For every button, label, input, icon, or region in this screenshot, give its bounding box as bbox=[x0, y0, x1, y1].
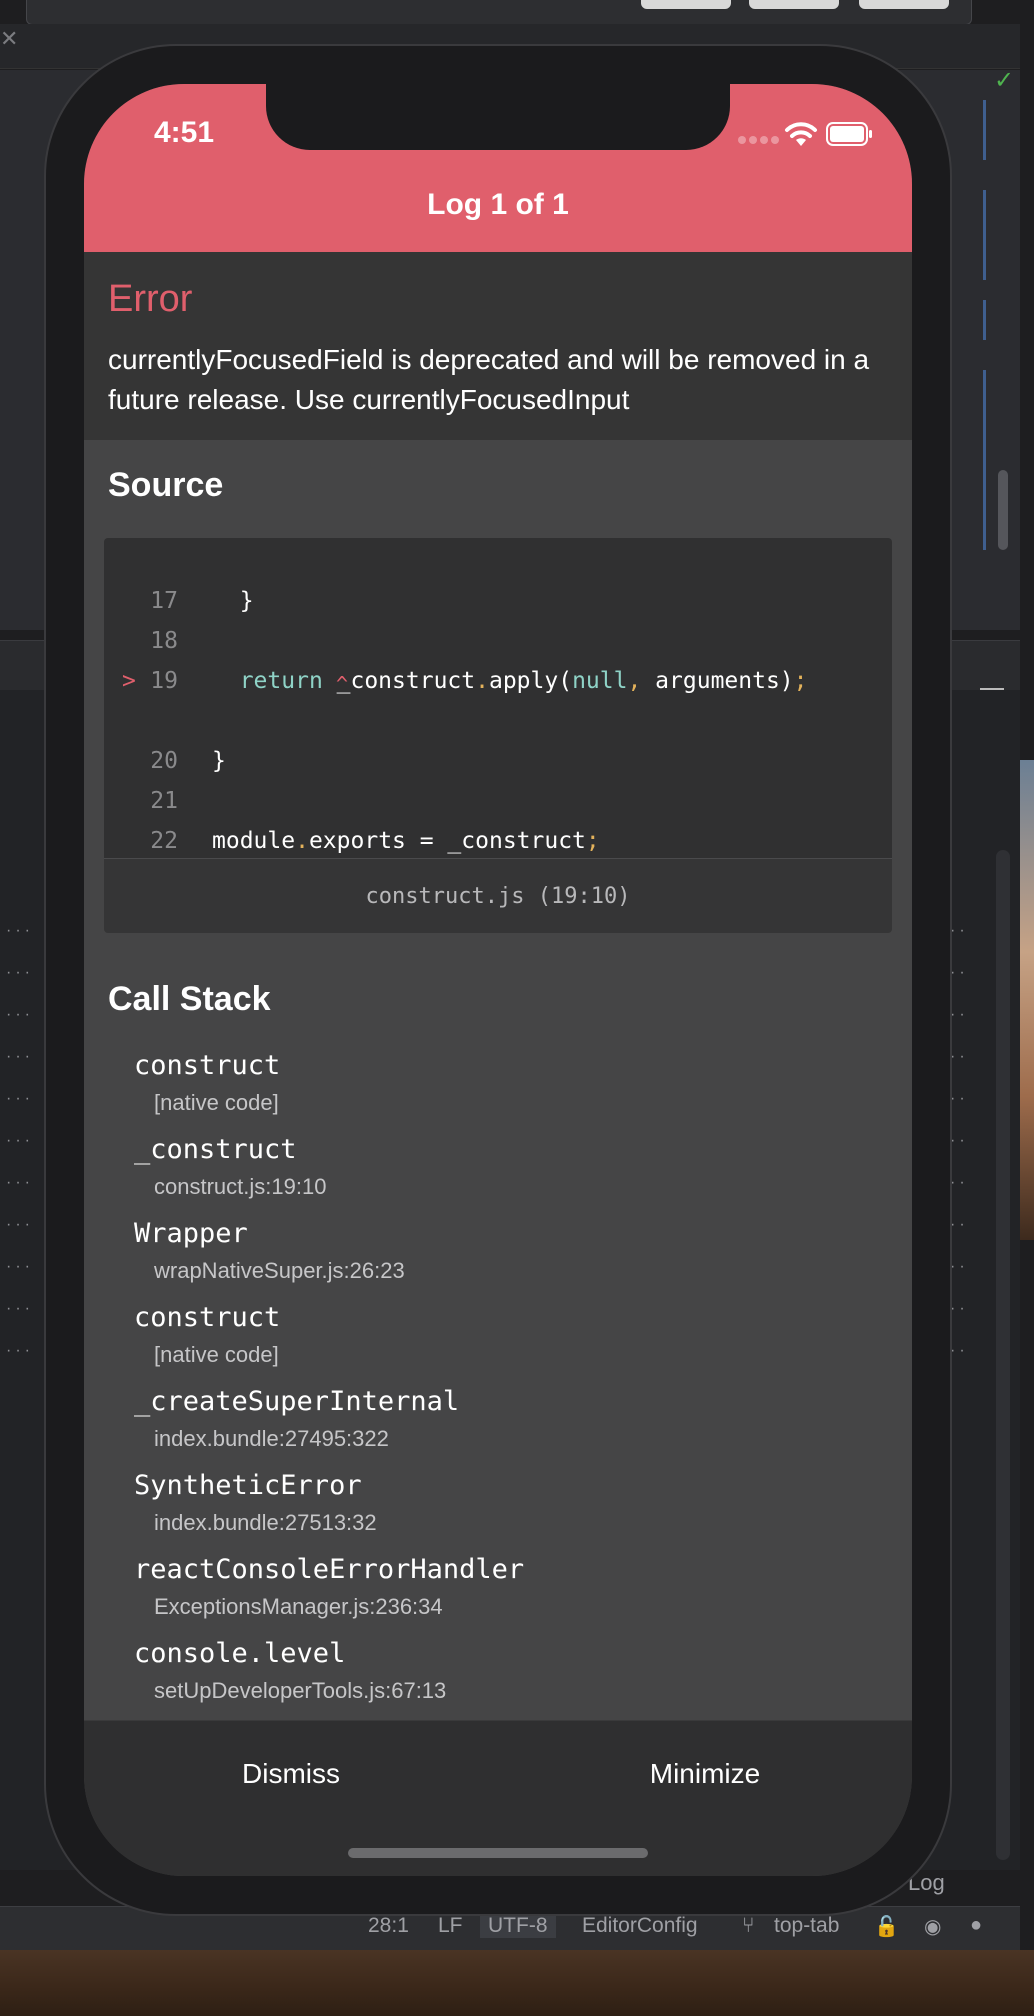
desktop-wallpaper bbox=[1020, 760, 1034, 1240]
stack-frame-location: [native code] bbox=[154, 1090, 279, 1115]
git-branch-icon: ⑂ bbox=[742, 1914, 755, 1937]
error-message: currentlyFocusedField is deprecated and … bbox=[108, 344, 870, 415]
code-line: 17 } bbox=[150, 588, 254, 614]
check-icon: ✓ bbox=[994, 67, 1015, 94]
log-counter-title: Log 1 of 1 bbox=[427, 188, 569, 221]
stack-frame-name[interactable]: reactConsoleErrorHandler bbox=[134, 1554, 524, 1585]
editorconfig-status[interactable]: EditorConfig bbox=[582, 1914, 698, 1938]
stack-frame-name[interactable]: construct bbox=[134, 1050, 280, 1081]
wifi-icon bbox=[785, 122, 817, 146]
stack-frame-location: ExceptionsManager.js:236:34 bbox=[154, 1594, 443, 1619]
status-time: 4:51 bbox=[154, 116, 215, 149]
stack-frame-location: index.bundle:27513:32 bbox=[154, 1510, 377, 1535]
panel-scrollbar-track[interactable] bbox=[996, 850, 1010, 1860]
toolbar-button[interactable] bbox=[641, 0, 731, 9]
stack-frame-location: setUpDeveloperTools.js:67:13 bbox=[154, 1678, 447, 1703]
signal-icon bbox=[738, 136, 779, 146]
battery-icon bbox=[826, 122, 872, 146]
stack-frame-name[interactable]: Wrapper bbox=[134, 1218, 248, 1249]
gutter-dots: ·· ·· ·· ·· ·· ·· ·· ·· ·· ·· ·· bbox=[950, 922, 969, 1359]
ide-top-toolbar bbox=[26, 0, 972, 25]
git-branch[interactable]: top-tab bbox=[774, 1914, 839, 1938]
gutter-dots: ··· ··· ··· ··· ··· ··· ··· ··· ··· ··· ··· bbox=[6, 922, 34, 1359]
toolbar-button[interactable] bbox=[859, 0, 949, 9]
inspector-icon[interactable]: ◉ bbox=[924, 1914, 946, 1938]
lock-icon[interactable]: 🔓 bbox=[874, 1914, 899, 1938]
call-stack-title: Call Stack bbox=[108, 980, 271, 1018]
editor-scrollbar[interactable] bbox=[998, 470, 1008, 550]
file-encoding[interactable]: UTF-8 bbox=[480, 1914, 556, 1938]
source-file-location[interactable]: construct.js (19:10) bbox=[104, 884, 892, 909]
notification-icon[interactable]: ● bbox=[970, 1914, 992, 1936]
phone-screen: 4:51 Log 1 of 1 Error currentlyFocusedFi… bbox=[84, 84, 912, 1876]
change-marker bbox=[983, 190, 986, 280]
screen: ✕ ✓ ··· ··· ··· ··· ··· ··· ··· ··· ··· ··· ··· ··… bbox=[0, 0, 1034, 2016]
error-caret: ^ bbox=[336, 672, 349, 696]
code-line: 18 bbox=[150, 628, 178, 654]
stack-frame-name[interactable]: construct bbox=[134, 1302, 280, 1333]
change-marker bbox=[983, 300, 986, 340]
stack-frame-location: wrapNativeSuper.js:26:23 bbox=[154, 1258, 405, 1283]
dismiss-button[interactable]: Dismiss bbox=[84, 1744, 498, 1804]
stack-frame-name[interactable]: SyntheticError bbox=[134, 1470, 362, 1501]
stack-frame-location: [native code] bbox=[154, 1342, 279, 1367]
home-indicator[interactable] bbox=[348, 1848, 648, 1858]
stack-frame-name[interactable]: _createSuperInternal bbox=[134, 1386, 459, 1417]
close-icon[interactable]: ✕ bbox=[0, 26, 18, 52]
desktop-wallpaper bbox=[0, 1950, 1034, 2016]
phone-notch bbox=[266, 84, 730, 150]
line-ending[interactable]: LF bbox=[438, 1914, 463, 1938]
toolbar-button[interactable] bbox=[749, 0, 839, 9]
code-line: 21 bbox=[150, 788, 178, 814]
stack-frame-location: index.bundle:27495:322 bbox=[154, 1426, 389, 1451]
minimize-button[interactable]: Minimize bbox=[498, 1744, 912, 1804]
source-title: Source bbox=[108, 466, 224, 504]
error-label: Error bbox=[108, 278, 193, 320]
cursor-position[interactable]: 28:1 bbox=[368, 1914, 409, 1938]
code-line: 22 module.exports = _construct; bbox=[150, 828, 600, 854]
code-line-highlighted: >19 return _construct.apply(null, argume… bbox=[122, 668, 808, 694]
change-marker bbox=[983, 100, 986, 160]
change-marker bbox=[983, 370, 986, 550]
stack-frame-name[interactable]: console.level bbox=[134, 1638, 345, 1669]
stack-frame-name[interactable]: _construct bbox=[134, 1134, 297, 1165]
stack-frame-location: construct.js:19:10 bbox=[154, 1174, 327, 1199]
code-line: 20} bbox=[150, 748, 226, 774]
